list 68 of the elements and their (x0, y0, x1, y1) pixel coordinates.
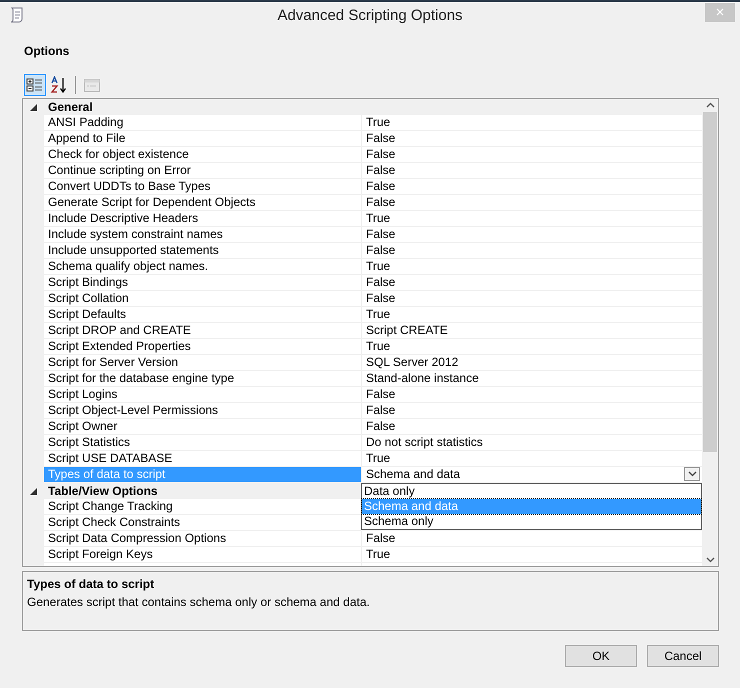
property-name[interactable]: Include unsupported statements (44, 243, 362, 259)
description-title: Types of data to script (27, 576, 156, 593)
section-title: Options (24, 43, 70, 60)
dropdown-button[interactable] (684, 467, 700, 481)
dropdown-option[interactable]: Data only (362, 484, 701, 499)
property-name[interactable]: Script for the database engine type (44, 371, 362, 387)
property-value: Do not script statistics (366, 435, 483, 450)
categorized-button[interactable] (24, 74, 46, 96)
property-name[interactable]: Script Object-Level Permissions (44, 403, 362, 419)
property-name[interactable]: Script Bindings (44, 275, 362, 291)
property-name[interactable]: Script Logins (44, 387, 362, 403)
property-value: True (366, 115, 390, 130)
property-name[interactable]: Include Descriptive Headers (44, 211, 362, 227)
ok-button[interactable]: OK (565, 645, 637, 667)
property-value: Script CREATE (366, 323, 448, 338)
property-name[interactable]: Convert UDDTs to Base Types (44, 179, 362, 195)
property-name[interactable]: Include system constraint names (44, 227, 362, 243)
property-value: True (366, 451, 390, 466)
property-value: False (366, 275, 396, 290)
property-value: True (366, 547, 390, 562)
property-value: False (366, 291, 396, 306)
property-value: Stand-alone instance (366, 371, 479, 386)
property-name[interactable]: Script Owner (44, 419, 362, 435)
property-name[interactable]: Continue scripting on Error (44, 163, 362, 179)
property-value: False (366, 403, 396, 418)
property-value: False (366, 387, 396, 402)
property-name[interactable]: Script Extended Properties (44, 339, 362, 355)
description-text: Generates script that contains schema only or schema and data. (27, 594, 371, 611)
property-value: False (366, 227, 396, 242)
property-name[interactable]: Script Collation (44, 291, 362, 307)
property-value: False (366, 531, 396, 546)
property-name[interactable]: Check for object existence (44, 147, 362, 163)
property-name[interactable]: Schema qualify object names. (44, 259, 362, 275)
expanded-icon[interactable] (30, 104, 37, 110)
property-value: False (366, 419, 396, 434)
property-value: True (366, 339, 390, 354)
property-value: False (366, 131, 396, 146)
category-header: Table/View Options (47, 483, 158, 500)
property-name[interactable]: Script Change Tracking (44, 499, 362, 515)
property-name[interactable]: Script Defaults (44, 307, 362, 323)
property-name[interactable]: Script DROP and CREATE (44, 323, 362, 339)
property-name[interactable]: Script Foreign Keys (44, 547, 362, 563)
property-name[interactable]: Generate Script for Dependent Objects (44, 195, 362, 211)
property-name[interactable]: Script for Server Version (44, 355, 362, 371)
property-name[interactable]: Script Data Compression Options (44, 531, 362, 547)
property-value: False (366, 243, 396, 258)
property-value: Schema and data (366, 467, 460, 482)
property-value: False (366, 163, 396, 178)
property-value: True (366, 307, 390, 322)
expanded-icon[interactable] (30, 488, 37, 494)
dropdown-option[interactable]: Schema only (362, 514, 701, 529)
row-gutter (23, 547, 44, 563)
category-header: General (47, 99, 93, 116)
property-name[interactable]: Script Statistics (44, 435, 362, 451)
scroll-thumb[interactable] (703, 112, 717, 452)
property-value: True (366, 259, 390, 274)
property-name[interactable]: ANSI Padding (44, 115, 362, 131)
caret-icon (688, 471, 696, 477)
window-title: Advanced Scripting Options (277, 6, 463, 26)
property-value: True (366, 211, 390, 226)
property-value: False (366, 179, 396, 194)
property-value: False (366, 195, 396, 210)
property-value: SQL Server 2012 (366, 355, 458, 370)
property-value: False (366, 147, 396, 162)
property-name[interactable]: Append to File (44, 131, 362, 147)
scrollbar[interactable] (702, 99, 718, 566)
cancel-button[interactable]: Cancel (647, 645, 719, 667)
property-name[interactable]: Script Check Constraints (44, 515, 362, 531)
